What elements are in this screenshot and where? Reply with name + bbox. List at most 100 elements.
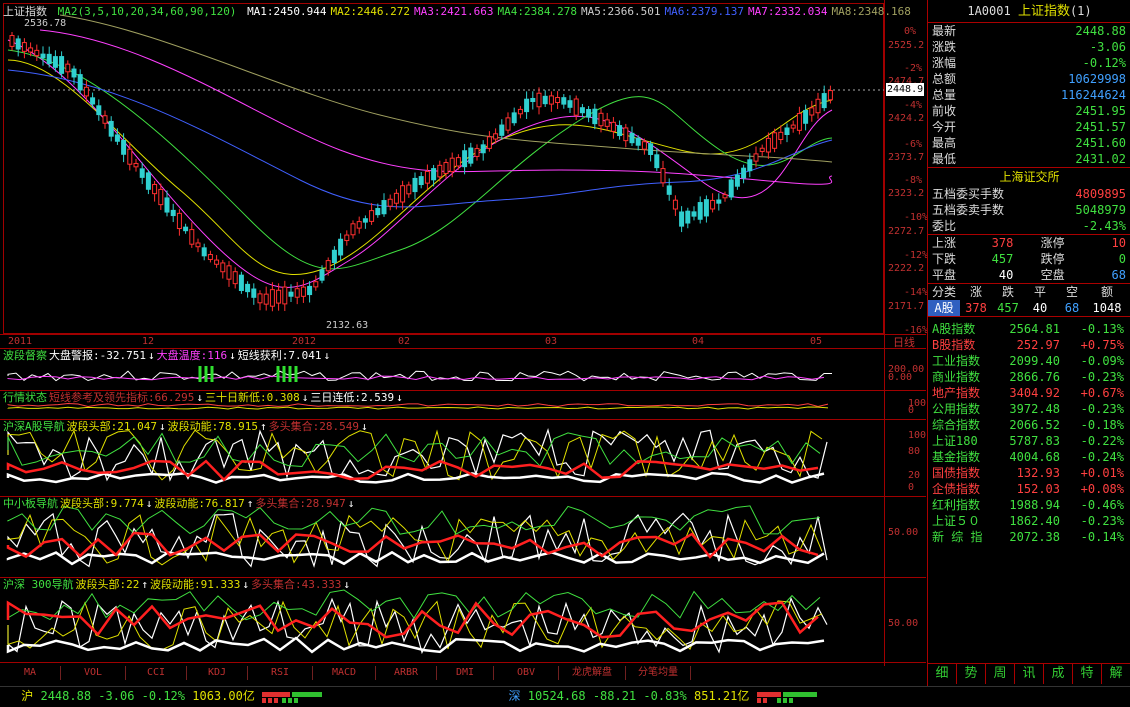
indicator-tab-10[interactable]: 分笔均量 [626, 666, 691, 680]
order-book-value: -2.43% [1082, 219, 1126, 233]
trend-arrow: ↓ [229, 349, 236, 362]
index-pct: +0.67% [1080, 386, 1124, 400]
candle-body [747, 159, 753, 172]
candle-body [815, 98, 821, 114]
candle-body [821, 93, 827, 109]
candle-body [108, 120, 114, 137]
index-row[interactable]: 新 综 指 2072.38 -0.14% [928, 529, 1130, 545]
date-tick: 03 [545, 336, 558, 347]
index-row[interactable]: A股指数 2564.81 -0.13% [928, 321, 1130, 337]
index-row[interactable]: 综合指数 2066.52 -0.18% [928, 417, 1130, 433]
trend-arrow: ↓ [396, 391, 403, 404]
indicator-tab-7[interactable]: DMI [437, 666, 494, 680]
index-name: 工业指数 [932, 354, 981, 368]
index-pct: -0.14% [1080, 530, 1124, 544]
breadth-v1: 378 [991, 236, 1014, 250]
candle-body [691, 211, 697, 217]
class-cell-up: 378 [965, 301, 987, 315]
class-header-cell: 涨 [969, 285, 982, 299]
sh-amount: 1063.00亿 [192, 689, 255, 703]
indicator-tab-5[interactable]: MACD [313, 666, 376, 680]
index-pct: -0.23% [1080, 514, 1124, 528]
date-tick: 2011 [8, 336, 33, 347]
candle-body [362, 218, 368, 223]
index-row[interactable]: 公用指数 3972.48 -0.23% [928, 401, 1130, 417]
price-tick: 2323.2 [888, 188, 925, 199]
chart-area[interactable]: 上证指数 MA2(3,5,10,20,34,60,90,120) MA1:245… [0, 0, 928, 686]
quote-panel-tab-5[interactable]: 特 [1073, 664, 1102, 684]
breadth-k1: 下跌 [932, 252, 957, 266]
index-pct: -0.23% [1080, 402, 1124, 416]
trend-arrow: ↑ [246, 497, 254, 510]
indicator-tab-0[interactable]: MA [0, 666, 61, 680]
candle-body [455, 157, 461, 167]
pane-legend: 沪深 300导航 波段头部:22 ↑ 波段动能:91.333 ↓ 多头集合:43.333 ↓ [3, 578, 352, 591]
pane-indicator-value: 波段头部:21.047 [66, 420, 157, 433]
index-row[interactable]: 工业指数 2099.40 -0.09% [928, 353, 1130, 369]
candle-body [226, 265, 232, 280]
trend-arrow: ↓ [158, 420, 166, 433]
ma-value: MA3:2421.663 [414, 5, 494, 18]
candle-body [716, 199, 722, 204]
indicator-tab-3[interactable]: KDJ [187, 666, 248, 680]
indicator-tab-2[interactable]: CCI [126, 666, 187, 680]
indicator-tick: 0 [908, 482, 915, 493]
indicator-tab-8[interactable]: OBV [494, 666, 559, 680]
price-tick: 2525.2 [888, 40, 925, 51]
indicator-tab-1[interactable]: VOL [61, 666, 126, 680]
quote-panel-tab-2[interactable]: 周 [986, 664, 1015, 684]
pane-indicator-value: 多头集合:28.549 [268, 420, 359, 433]
index-row[interactable]: 红利指数 1988.94 -0.46% [928, 497, 1130, 513]
index-row[interactable]: 国债指数 132.93 +0.01% [928, 465, 1130, 481]
index-value: 5787.83 [1009, 434, 1060, 448]
breadth-k1: 平盘 [932, 268, 957, 282]
candle-body [313, 281, 319, 288]
ma-params: MA2(3,5,10,20,34,60,90,120) [57, 5, 237, 18]
candle-body [530, 97, 536, 103]
candle-body [666, 185, 672, 195]
index-row[interactable]: 地产指数 3404.92 +0.67% [928, 385, 1130, 401]
chart-canvas[interactable] [0, 0, 926, 666]
index-name: 红利指数 [932, 498, 981, 512]
exchange-name: 上海证交所 [928, 167, 1130, 186]
candle-body [517, 108, 523, 115]
index-row[interactable]: B股指数 252.97 +0.75% [928, 337, 1130, 353]
index-row[interactable]: 上证180 5787.83 -0.22% [928, 433, 1130, 449]
candle-body [641, 141, 647, 150]
trend-arrow: ↓ [147, 349, 155, 362]
index-name: B股指数 [932, 338, 976, 352]
ma-value: MA1:2450.944 [247, 5, 327, 18]
price-tick: 2424.2 [888, 113, 925, 124]
candle-body [480, 144, 486, 154]
index-row[interactable]: 上证５０ 1862.40 -0.23% [928, 513, 1130, 529]
index-row[interactable]: 基金指数 4004.68 -0.24% [928, 449, 1130, 465]
indicator-tab-4[interactable]: RSI [248, 666, 313, 680]
quote-panel-tab-4[interactable]: 成 [1044, 664, 1073, 684]
trend-arrow: ↓ [196, 391, 203, 404]
index-value: 3972.48 [1009, 402, 1060, 416]
candle-body [238, 274, 244, 292]
index-row[interactable]: 商业指数 2866.76 -0.23% [928, 369, 1130, 385]
candle-body [629, 132, 635, 144]
indicator-tab-9[interactable]: 龙虎解盘 [559, 666, 626, 680]
index-value: 152.03 [1016, 482, 1060, 496]
index-name: 综合指数 [932, 418, 981, 432]
candle-body [127, 148, 133, 165]
candle-body [462, 150, 468, 168]
sh-pct: -0.12% [141, 689, 186, 703]
index-row[interactable]: 企债指数 152.03 +0.08% [928, 481, 1130, 497]
quote-panel: 1A0001 上证指数(1) 最新 2448.88 涨跌 -3.06 涨幅 -0.12% 总… [927, 0, 1130, 686]
candle-body [251, 288, 257, 298]
ma-value: MA7:2332.034 [747, 5, 828, 18]
quote-panel-tab-3[interactable]: 讯 [1015, 664, 1044, 684]
breadth-v2: 68 [1111, 268, 1126, 282]
indicator-tab-6[interactable]: ARBR [376, 666, 437, 680]
quote-panel-tab-6[interactable]: 解 [1102, 664, 1130, 684]
quote-panel-tab-1[interactable]: 势 [957, 664, 986, 684]
quote-panel-tab-0[interactable]: 细 [928, 664, 957, 684]
quote-row: 涨跌 -3.06 [928, 39, 1130, 55]
candle-body [437, 164, 443, 178]
quote-list: 最新 2448.88 涨跌 -3.06 涨幅 -0.12% 总额 10629998 总量 1162… [928, 22, 1130, 167]
candle-body [356, 221, 362, 229]
index-pct: -0.23% [1080, 370, 1124, 384]
